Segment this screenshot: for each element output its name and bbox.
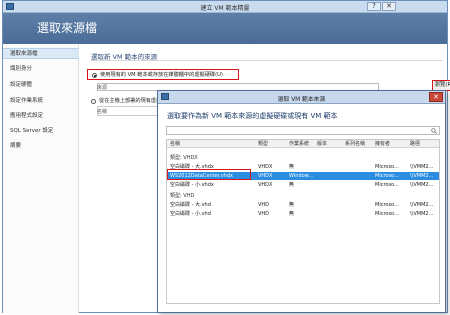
radio-existing[interactable] <box>92 73 97 78</box>
cell-path: \\VMM2... <box>410 211 434 217</box>
header-banner: 選取來源檔 <box>3 13 447 44</box>
dialog-close-button[interactable]: ✕ <box>429 92 443 102</box>
cell-os: 無 <box>289 164 295 170</box>
search-icon[interactable] <box>431 128 437 134</box>
table-row[interactable]: 空白磁碟 - 小.vhdx VHDX 無 Microso... \\VMM2..… <box>167 181 439 189</box>
cell-name: 空白磁碟 - 小.vhdx <box>170 182 214 188</box>
cell-os: 無 <box>289 211 295 217</box>
step-summary[interactable]: 摘要 <box>3 141 79 152</box>
cell-type: VHDX <box>258 173 273 179</box>
option-existing-label: 使用現有的 VM 範本或存放在媒體櫃中的虛擬硬碟(U) <box>100 72 223 78</box>
step-os[interactable]: 設定作業系統 <box>3 96 79 107</box>
dialog-title-bar: 選取 VM 範本來源 ✕ <box>158 91 445 104</box>
cell-os: 無 <box>289 182 295 188</box>
cell-os: 無 <box>289 202 295 208</box>
title-bar: 建立 VM 範本精靈 ? ✕ <box>3 1 447 13</box>
divider <box>91 60 443 61</box>
cell-name: 空白磁碟 - 小.vhd <box>170 211 211 217</box>
cell-path: \\VMM2... <box>410 173 434 179</box>
source-label: 來源 <box>97 85 108 91</box>
step-hardware[interactable]: 設定硬體 <box>3 80 79 91</box>
search-input[interactable] <box>166 126 440 135</box>
source-grid: 名稱 類型 作業系統 版本 系列名稱 擁有者 路徑 類型: VHDX 空白磁碟 … <box>166 139 440 304</box>
cell-owner: Microso... <box>375 164 399 170</box>
group-header-vhdx[interactable]: 類型: VHDX <box>167 154 439 162</box>
group-label: 類型: VHDX <box>170 155 198 161</box>
cell-name: 空白磁碟 - 大.vhd <box>170 202 211 208</box>
cell-path: \\VMM2... <box>410 182 434 188</box>
grid-header: 名稱 類型 作業系統 版本 系列名稱 擁有者 路徑 <box>167 140 439 148</box>
col-header-os[interactable]: 作業系統 <box>289 140 317 148</box>
dialog-prompt: 選取要作為新 VM 範本來源的虛擬硬碟或現有 VM 範本 <box>167 112 338 120</box>
cell-path: \\VMM2... <box>410 202 434 208</box>
step-identity[interactable]: 識別身分 <box>3 64 79 75</box>
col-header-owner[interactable]: 擁有者 <box>375 140 407 148</box>
cell-owner: Microso... <box>375 211 399 217</box>
cell-type: VHDX <box>258 182 273 188</box>
cell-type: VHD <box>258 202 270 208</box>
col-header-family[interactable]: 系列名稱 <box>345 140 373 148</box>
radio-from-vm[interactable] <box>91 99 96 104</box>
cell-type: VHD <box>258 211 270 217</box>
step-app-config[interactable]: 應用程式設定 <box>3 111 79 122</box>
page-title: 選取來源檔 <box>37 21 98 35</box>
col-header-version[interactable]: 版本 <box>317 140 343 148</box>
dialog-title: 選取 VM 範本來源 <box>277 97 326 103</box>
col-header-path[interactable]: 路徑 <box>410 140 439 148</box>
option-existing-template[interactable]: 使用現有的 VM 範本或存放在媒體櫃中的虛擬硬碟(U) <box>87 69 239 80</box>
wizard-steps-nav: 選取來源檔 識別身分 設定硬體 設定作業系統 應用程式設定 SQL Server… <box>3 44 79 313</box>
group-label: 類型: VHD <box>170 193 195 199</box>
col-header-name[interactable]: 名稱 <box>170 140 252 148</box>
cell-type: VHDX <box>258 164 273 170</box>
select-source-dialog: 選取 VM 範本來源 ✕ 選取要作為新 VM 範本來源的虛擬硬碟或現有 VM 範… <box>157 90 446 313</box>
col-header-type[interactable]: 類型 <box>258 140 286 148</box>
cell-owner: Microso... <box>375 202 399 208</box>
cell-owner: Microso... <box>375 182 399 188</box>
table-row[interactable]: 空白磁碟 - 大.vhd VHD 無 Microso... \\VMM2... <box>167 201 439 209</box>
close-button[interactable]: ✕ <box>382 2 396 11</box>
table-row[interactable]: 空白磁碟 - 小.vhd VHD 無 Microso... \\VMM2... <box>167 210 439 218</box>
cell-owner: Microso... <box>375 173 399 179</box>
selection-highlight <box>167 169 251 180</box>
cell-os: Window... <box>289 173 314 179</box>
step-sql-server[interactable]: SQL Server 設定 <box>3 126 79 137</box>
cell-path: \\VMM2... <box>410 164 434 170</box>
help-button[interactable]: ? <box>367 2 381 11</box>
vm-name-label: 名稱 <box>97 109 108 115</box>
step-select-source[interactable]: 選取來源檔 <box>3 48 79 59</box>
group-header-vhd[interactable]: 類型: VHD <box>167 192 439 200</box>
